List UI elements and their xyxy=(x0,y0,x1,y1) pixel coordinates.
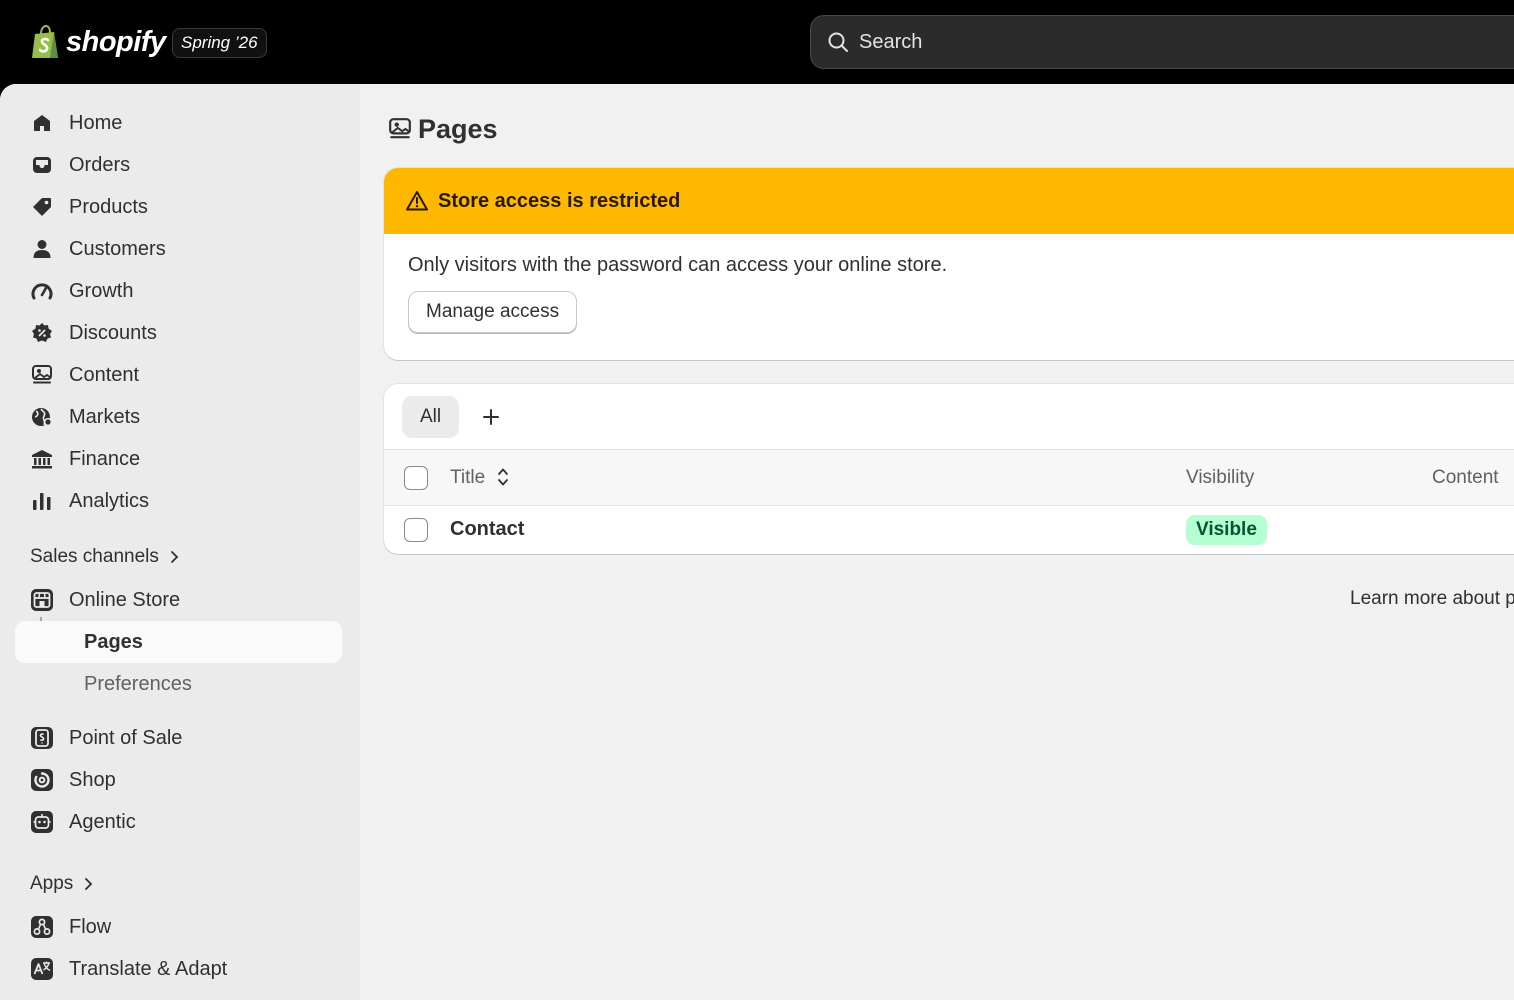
chevron-right-icon xyxy=(85,878,93,890)
sidebar-item-growth[interactable]: Growth xyxy=(15,270,342,312)
globe-icon xyxy=(30,405,54,429)
manage-access-button[interactable]: Manage access xyxy=(408,291,578,333)
content-icon xyxy=(30,363,54,387)
status-badge: Visible xyxy=(1186,515,1267,545)
main-content: Pages Store access is restricted Only vi… xyxy=(360,84,1514,1000)
sidebar-item-markets[interactable]: Markets xyxy=(15,396,342,438)
warning-banner: Store access is restricted Only visitors… xyxy=(384,168,1514,360)
shop-icon xyxy=(30,768,54,792)
sidebar-item-products[interactable]: Products xyxy=(15,186,342,228)
sidebar-item-customers[interactable]: Customers xyxy=(15,228,342,270)
sidebar-item-orders[interactable]: Orders xyxy=(15,144,342,186)
sidebar-item-point-of-sale[interactable]: Point of Sale xyxy=(15,717,342,759)
banner-title: Store access is restricted xyxy=(438,189,681,212)
page-title: Pages xyxy=(418,113,498,144)
apps-header[interactable]: Apps xyxy=(30,871,93,897)
content-icon xyxy=(389,118,411,139)
bar-chart-icon xyxy=(30,489,54,513)
person-icon xyxy=(30,237,54,261)
sidebar-item-analytics[interactable]: Analytics xyxy=(15,480,342,522)
banner-message: Only visitors with the password can acce… xyxy=(408,254,948,276)
sidebar-item-label: Shop xyxy=(69,768,116,791)
sidebar-item-label: Markets xyxy=(69,405,141,428)
view-tabs: All xyxy=(384,384,1514,450)
shopify-bag-icon xyxy=(32,24,58,58)
sidebar-item-label: Orders xyxy=(69,153,131,176)
store-icon xyxy=(30,588,54,612)
column-content: Content xyxy=(1432,467,1499,488)
column-visibility: Visibility xyxy=(1186,467,1255,488)
search-icon xyxy=(828,32,848,52)
section-label: Sales channels xyxy=(30,546,159,567)
sidebar-item-label: Agentic xyxy=(69,810,136,833)
row-checkbox[interactable] xyxy=(404,518,428,542)
sidebar-item-preferences[interactable]: Preferences xyxy=(15,663,342,705)
row-title[interactable]: Contact xyxy=(450,518,524,541)
sidebar-item-label: Customers xyxy=(69,237,166,260)
sidebar-item-label: Growth xyxy=(69,279,134,302)
banner-header: Store access is restricted xyxy=(384,168,1514,234)
select-all-checkbox[interactable] xyxy=(404,466,428,490)
chevron-right-icon xyxy=(170,551,179,563)
discount-icon xyxy=(30,321,54,345)
sidebar-item-label: Discounts xyxy=(69,321,157,344)
sort-icon[interactable] xyxy=(496,466,510,488)
column-title[interactable]: Title xyxy=(450,467,485,489)
sidebar-item-pages[interactable]: Pages xyxy=(15,621,342,663)
search-bar[interactable]: Search xyxy=(810,15,1514,69)
sidebar-item-label: Pages xyxy=(84,630,143,653)
search-placeholder: Search xyxy=(859,30,923,53)
sidebar-item-finance[interactable]: Finance xyxy=(15,438,342,480)
top-bar: shopify Spring ’26 Search xyxy=(0,0,1514,84)
sidebar-item-label: Home xyxy=(69,111,123,134)
sidebar-item-label: Online Store xyxy=(69,588,181,611)
app-frame: Home Orders Products Customers Growth Di… xyxy=(0,84,1514,1000)
brand-name: shopify xyxy=(66,25,166,58)
translate-icon xyxy=(30,957,54,981)
pos-icon xyxy=(30,726,54,750)
plus-icon[interactable] xyxy=(479,405,503,429)
sidebar-item-shop[interactable]: Shop xyxy=(15,759,342,801)
sidebar-item-content[interactable]: Content xyxy=(15,354,342,396)
tab-all[interactable]: All xyxy=(402,395,460,438)
sidebar-item-translate-adapt[interactable]: Translate & Adapt xyxy=(15,948,342,990)
sidebar-item-label: Flow xyxy=(69,915,112,938)
sidebar-item-label: Analytics xyxy=(69,489,150,512)
section-label: Apps xyxy=(30,873,74,894)
page-header: Pages xyxy=(388,112,498,146)
sidebar-item-discounts[interactable]: Discounts xyxy=(15,312,342,354)
sidebar-item-label: Products xyxy=(69,195,148,218)
sidebar-item-home[interactable]: Home xyxy=(15,102,342,144)
warning-icon xyxy=(406,191,428,211)
bank-icon xyxy=(30,447,54,471)
sidebar-item-label: Preferences xyxy=(84,672,192,695)
sidebar-item-flow[interactable]: Flow xyxy=(15,906,342,948)
inbox-icon xyxy=(30,153,54,177)
tag-icon xyxy=(30,195,54,219)
sidebar-item-agentic[interactable]: Agentic xyxy=(15,801,342,843)
table-header: Title Visibility Content xyxy=(384,450,1514,506)
sidebar-item-label: Finance xyxy=(69,447,141,470)
sidebar-item-label: Translate & Adapt xyxy=(69,957,228,980)
edition-badge[interactable]: Spring ’26 xyxy=(172,28,267,58)
sidebar-item-label: Point of Sale xyxy=(69,726,183,749)
shopify-logo[interactable]: shopify xyxy=(30,22,166,62)
agentic-icon xyxy=(30,810,54,834)
sidebar-item-label: Content xyxy=(69,363,140,386)
home-icon xyxy=(30,111,54,135)
flow-icon xyxy=(30,915,54,939)
sidebar: Home Orders Products Customers Growth Di… xyxy=(0,84,360,1000)
gauge-icon xyxy=(30,279,54,303)
sales-channels-header[interactable]: Sales channels xyxy=(30,544,179,570)
learn-more-link[interactable]: Learn more about p xyxy=(1350,588,1514,610)
pages-table-card: All Title Visibility Content Contact Vis… xyxy=(384,384,1514,554)
table-row[interactable]: Contact Visible xyxy=(384,506,1514,554)
banner-body: Only visitors with the password can acce… xyxy=(384,234,1514,353)
sidebar-item-online-store[interactable]: Online Store xyxy=(15,579,342,621)
